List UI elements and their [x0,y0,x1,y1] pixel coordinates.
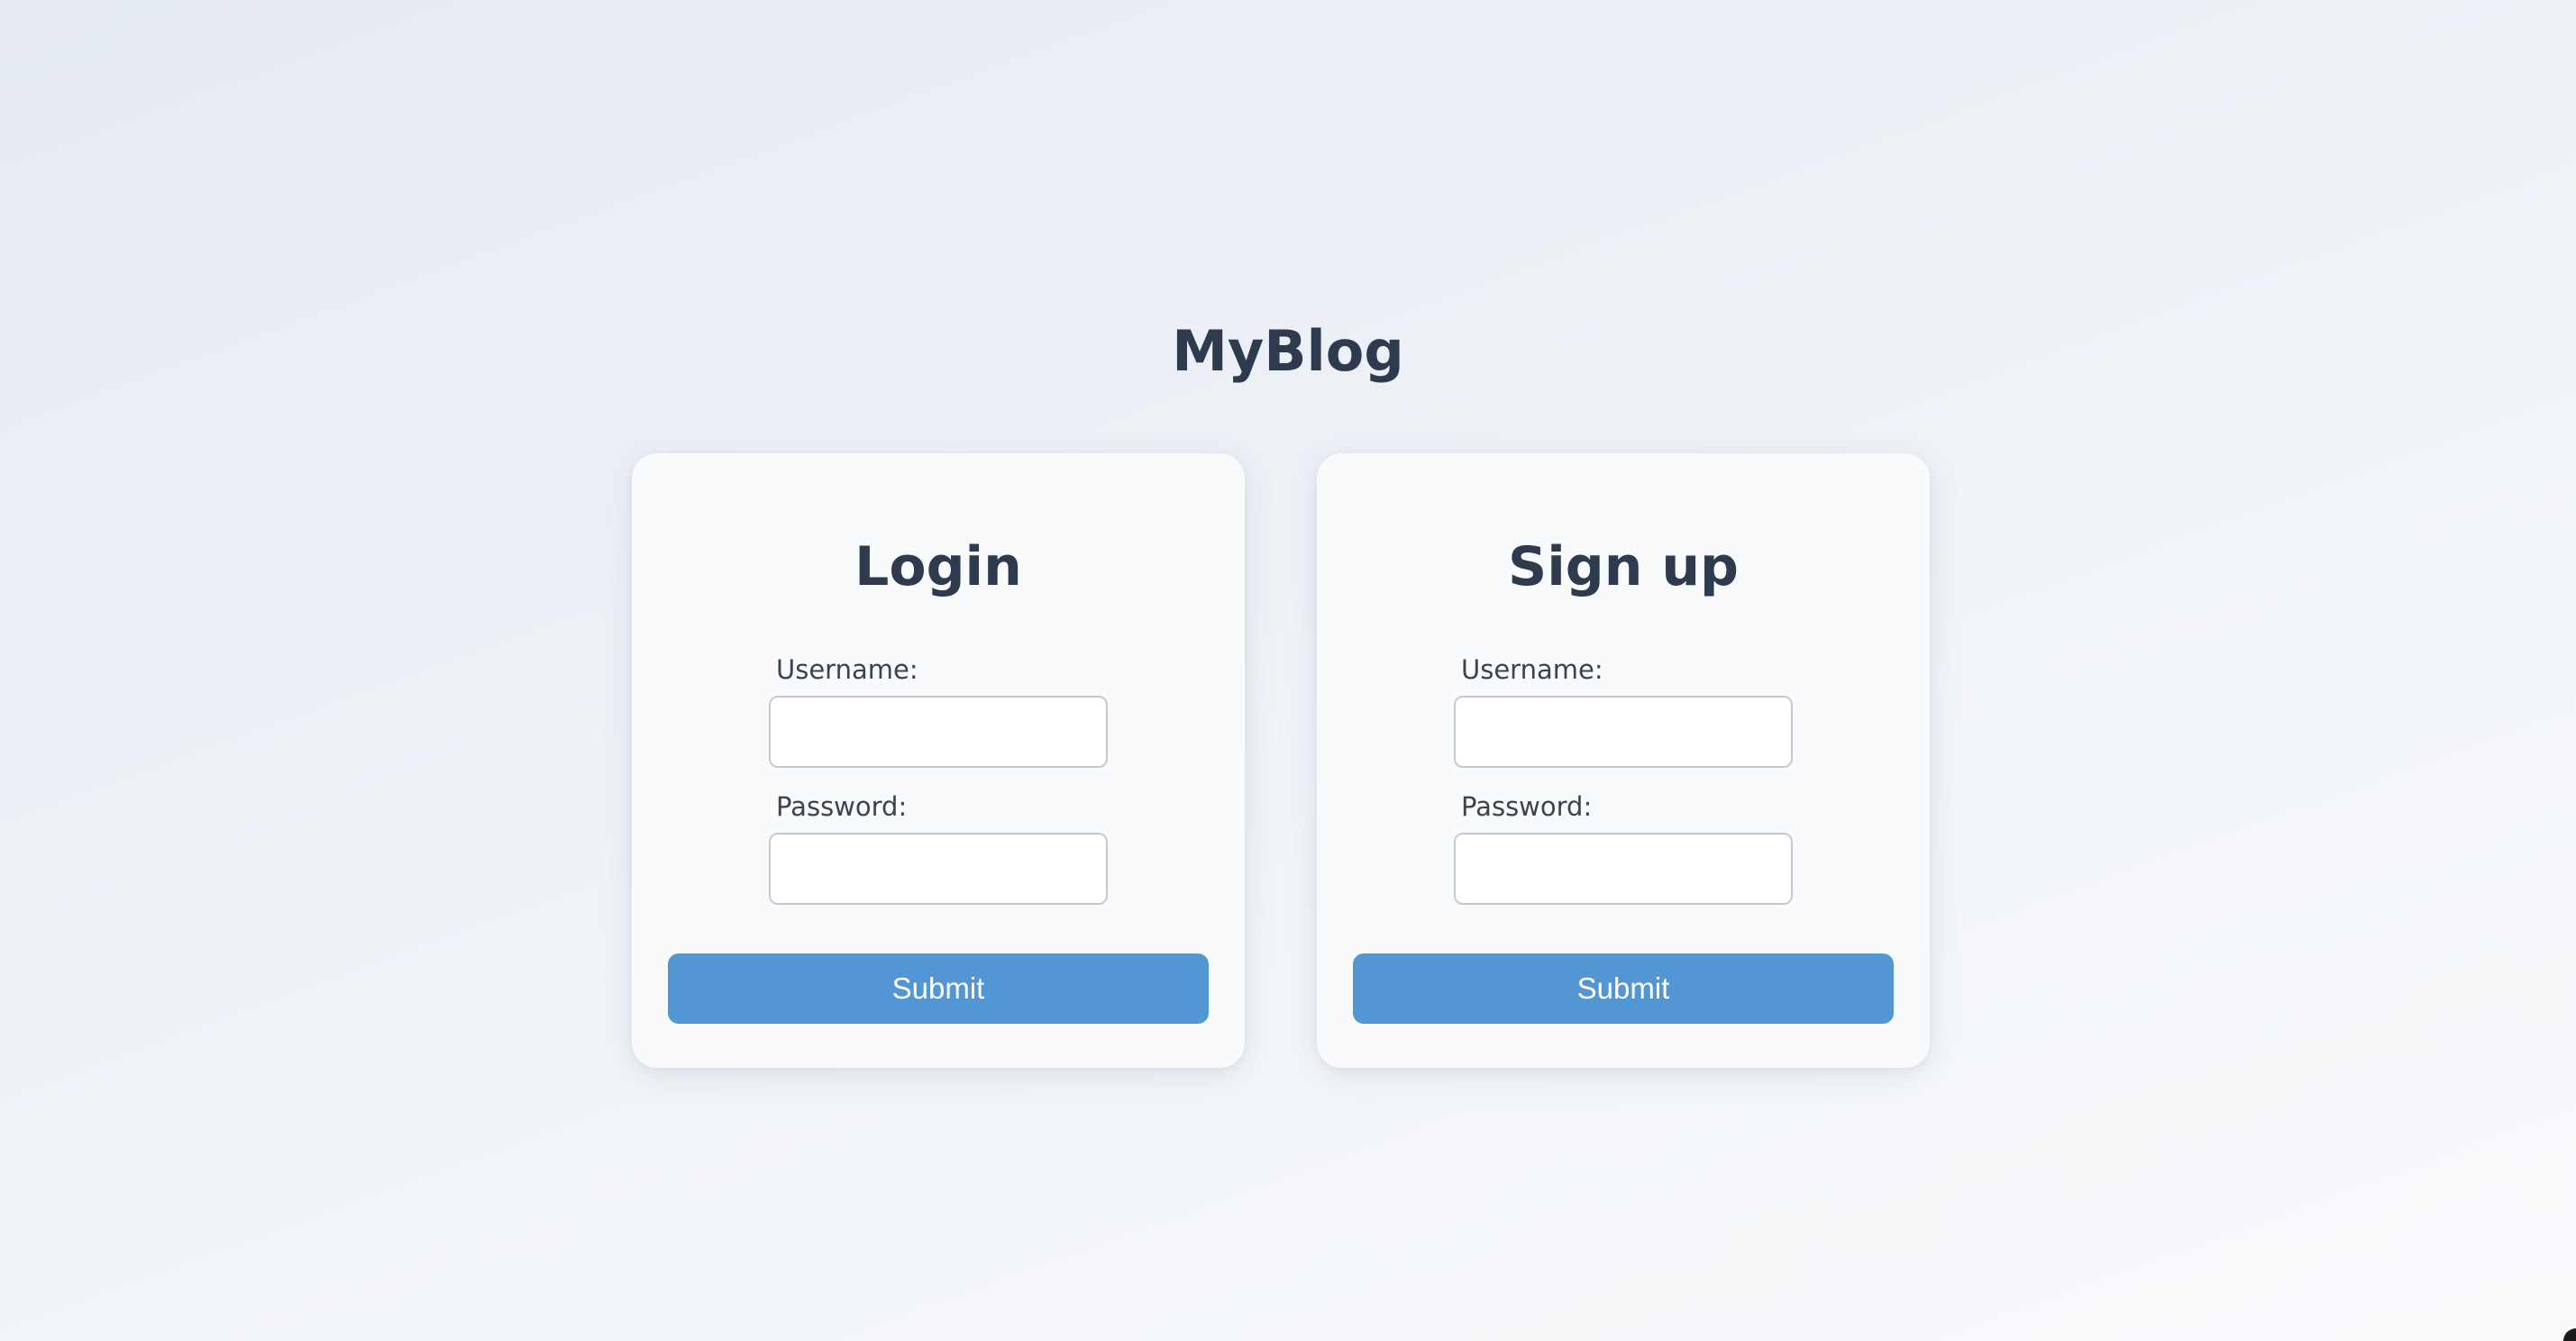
login-submit-button[interactable]: Submit [668,953,1209,1024]
login-password-label: Password: [776,791,908,822]
login-username-input[interactable] [769,696,1108,768]
auth-cards: Login Username: Password: Submit Sign up… [632,453,1930,1068]
signup-password-label: Password: [1461,791,1593,822]
signup-username-label: Username: [1461,654,1603,685]
login-username-label: Username: [776,654,918,685]
window-corner [2563,1328,2576,1341]
signup-password-input[interactable] [1454,833,1793,905]
signup-title: Sign up [1508,535,1739,598]
login-password-input[interactable] [769,833,1108,905]
signup-submit-button[interactable]: Submit [1353,953,1894,1024]
signup-card: Sign up Username: Password: Submit [1317,453,1930,1068]
app-title: MyBlog [1172,318,1404,384]
signup-username-input[interactable] [1454,696,1793,768]
login-card: Login Username: Password: Submit [632,453,1245,1068]
login-title: Login [854,535,1022,598]
